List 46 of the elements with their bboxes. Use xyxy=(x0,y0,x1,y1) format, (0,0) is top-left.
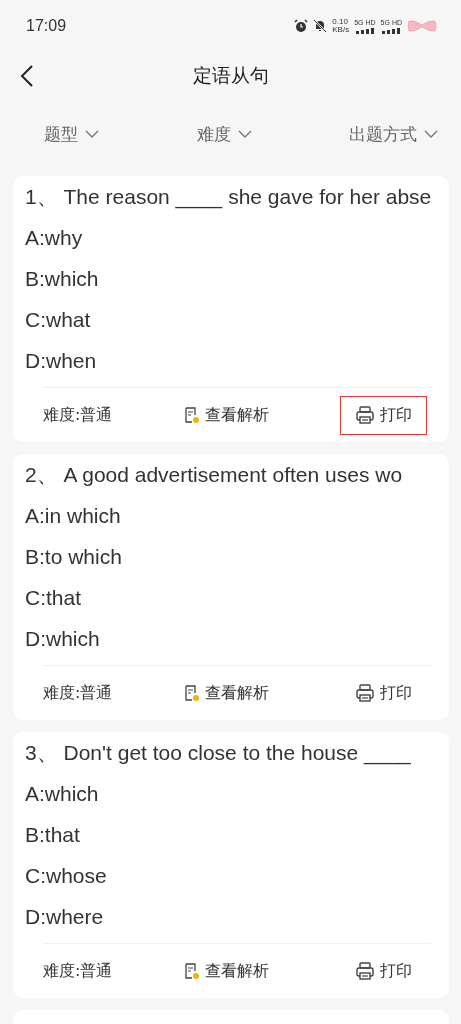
answer-option[interactable]: D:which xyxy=(25,624,100,654)
answer-option[interactable]: C:whose xyxy=(25,861,107,891)
filter-dropdown[interactable]: 难度 xyxy=(196,122,253,146)
document-icon xyxy=(183,962,200,980)
answer-option[interactable]: A:which xyxy=(25,779,99,809)
signal-icon xyxy=(355,28,374,34)
answer-option[interactable]: A:why xyxy=(25,223,83,253)
print-button[interactable]: 打印 xyxy=(340,395,427,435)
answer-option[interactable]: B:which xyxy=(25,264,99,294)
document-icon xyxy=(183,684,200,702)
chevron-down-icon xyxy=(84,129,100,139)
page-title: 定语从句 xyxy=(192,63,269,88)
bell-off-icon xyxy=(313,19,328,33)
chevron-down-icon xyxy=(423,129,439,139)
filter-dropdown[interactable]: 出题方式 xyxy=(349,122,439,146)
chevron-down-icon xyxy=(236,129,253,139)
net-unit: KB/s xyxy=(332,26,350,34)
difficulty-label: 难度:普通 xyxy=(43,404,113,426)
view-analysis-button[interactable]: 查看解析 xyxy=(168,673,284,713)
answer-option[interactable]: B:to which xyxy=(25,542,122,572)
net-speed: 0.10 xyxy=(332,18,349,26)
filter-dropdown[interactable]: 题型 xyxy=(44,122,100,146)
answer-option[interactable]: C:what xyxy=(25,305,91,335)
battery-icon xyxy=(407,18,437,34)
difficulty-label: 难度:普通 xyxy=(43,682,113,704)
question-text: 2、 A good advertisement often uses wo xyxy=(25,462,403,488)
question-text: 3、 Don't get too close to the house ____ xyxy=(25,740,411,767)
answer-option[interactable]: D:where xyxy=(25,902,104,932)
difficulty-label: 难度:普通 xyxy=(43,960,113,982)
print-button[interactable]: 打印 xyxy=(340,673,427,713)
document-icon xyxy=(183,406,200,424)
view-analysis-button[interactable]: 查看解析 xyxy=(168,395,284,435)
print-button[interactable]: 打印 xyxy=(340,951,427,991)
question-text: 1、 The reason ____ she gave for her abse xyxy=(25,184,432,211)
printer-icon xyxy=(355,405,375,425)
answer-option[interactable]: C:that xyxy=(25,583,82,613)
view-analysis-button[interactable]: 查看解析 xyxy=(168,951,284,991)
status-time: 17:09 xyxy=(26,17,67,35)
answer-option[interactable]: A:in which xyxy=(25,501,121,531)
answer-option[interactable]: B:that xyxy=(25,820,80,850)
alarm-icon xyxy=(294,19,309,33)
printer-icon xyxy=(355,961,375,981)
answer-option[interactable]: D:when xyxy=(25,346,97,376)
printer-icon xyxy=(355,683,375,703)
signal-icon xyxy=(382,28,401,34)
back-icon[interactable] xyxy=(20,64,34,88)
